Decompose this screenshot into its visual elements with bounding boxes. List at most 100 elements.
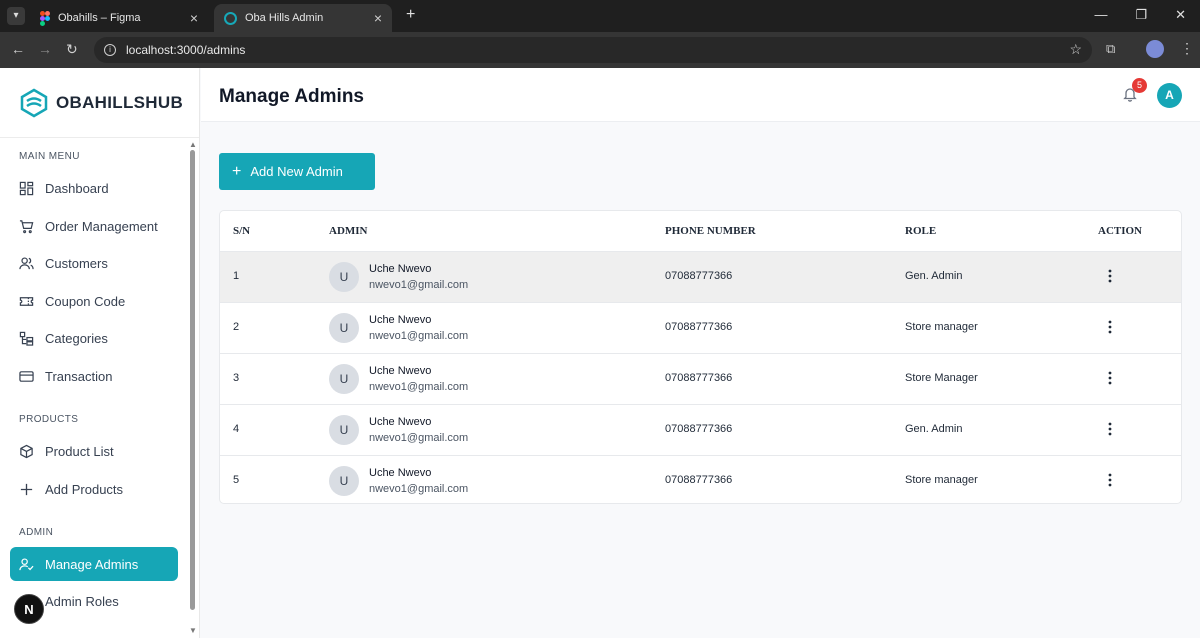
restore-icon[interactable]: ❐: [1135, 7, 1147, 23]
sidebar-scrollbar-thumb[interactable]: [190, 150, 195, 610]
window-controls: — ❐ ✕: [1094, 7, 1186, 23]
tab-title: Oba Hills Admin: [245, 12, 324, 24]
column-header-action: ACTION: [1098, 225, 1143, 237]
sidebar-item-label: Dashboard: [45, 180, 109, 196]
more-options-icon[interactable]: [1102, 319, 1118, 335]
sidebar-item-label: Admin Roles: [45, 593, 119, 609]
close-icon[interactable]: ×: [374, 10, 382, 26]
admin-phone: 07088777366: [665, 474, 733, 486]
sidebar-item-product-list[interactable]: Product List: [10, 434, 178, 468]
browser-tab-bar: ▾ Obahills – Figma × Oba Hills Admin × +…: [0, 0, 1200, 32]
column-header-role: ROLE: [905, 225, 937, 237]
sidebar-item-customers[interactable]: Customers: [10, 246, 178, 280]
row-sn: 5: [233, 474, 240, 486]
admin-role: Store Manager: [905, 372, 978, 384]
user-avatar[interactable]: A: [1157, 83, 1182, 108]
sidebar-item-categories[interactable]: Categories: [10, 321, 178, 355]
table-row[interactable]: 2 U Uche Nwevo nwevo1@gmail.com 07088777…: [220, 303, 1181, 354]
admin-email: nwevo1@gmail.com: [369, 279, 469, 291]
row-sn: 3: [233, 372, 240, 384]
address-bar[interactable]: i localhost:3000/admins ☆: [94, 37, 1092, 63]
admin-name: Uche Nwevo: [369, 467, 432, 479]
sidebar-item-coupon-code[interactable]: Coupon Code: [10, 284, 178, 318]
admin-name: Uche Nwevo: [369, 263, 432, 275]
user-check-icon: [19, 557, 34, 570]
info-icon[interactable]: i: [104, 44, 116, 56]
table-row[interactable]: 1 U Uche Nwevo nwevo1@gmail.com 07088777…: [220, 252, 1181, 303]
column-header-admin: ADMIN: [329, 225, 368, 237]
page-header: Manage Admins 5 A: [201, 68, 1200, 122]
admin-phone: 07088777366: [665, 372, 733, 384]
section-label-products: PRODUCTS: [19, 414, 79, 425]
browser-menu-icon[interactable]: ⋮: [1180, 40, 1194, 57]
row-sn: 1: [233, 270, 240, 282]
admin-phone: 07088777366: [665, 321, 733, 333]
plus-icon: +: [232, 162, 242, 180]
categories-icon: [19, 331, 34, 346]
admin-phone: 07088777366: [665, 423, 733, 435]
tab-title: Obahills – Figma: [58, 12, 141, 24]
brand-logo-icon: [20, 88, 48, 117]
sidebar-item-label: Order Management: [45, 218, 158, 234]
profile-avatar-icon[interactable]: [1146, 40, 1164, 58]
sidebar-item-label: Coupon Code: [45, 293, 126, 309]
browser-toolbar: ← → ↻ i localhost:3000/admins ☆ ⧉ ⋮: [0, 32, 1200, 68]
sidebar-item-order-management[interactable]: Order Management: [10, 209, 178, 243]
sidebar: OBAHILLSHUB MAIN MENU Dashboard Order Ma…: [0, 68, 200, 638]
admin-role: Gen. Admin: [905, 423, 963, 435]
ticket-icon: [19, 296, 34, 306]
admin-email: nwevo1@gmail.com: [369, 381, 469, 393]
admins-table: S/N ADMIN PHONE NUMBER ROLE ACTION 1 U U…: [219, 210, 1182, 504]
minimize-icon[interactable]: —: [1094, 7, 1107, 23]
bookmark-star-icon[interactable]: ☆: [1069, 41, 1082, 58]
row-sn: 2: [233, 321, 240, 333]
brand[interactable]: OBAHILLSHUB: [0, 68, 199, 138]
close-window-icon[interactable]: ✕: [1175, 7, 1186, 23]
admin-email: nwevo1@gmail.com: [369, 483, 469, 495]
scroll-down-arrow[interactable]: ▼: [189, 626, 197, 635]
reload-icon[interactable]: ↻: [66, 41, 78, 58]
sidebar-item-label: Transaction: [45, 368, 113, 384]
sidebar-item-label: Manage Admins: [45, 556, 139, 572]
admin-avatar: U: [329, 466, 359, 496]
admin-avatar: U: [329, 313, 359, 343]
browser-tab-admin[interactable]: Oba Hills Admin ×: [214, 4, 392, 32]
admin-phone: 07088777366: [665, 270, 733, 282]
more-options-icon[interactable]: [1102, 421, 1118, 437]
add-new-admin-button[interactable]: + Add New Admin: [219, 153, 375, 190]
tab-search-button[interactable]: ▾: [7, 7, 25, 25]
back-arrow-icon[interactable]: ←: [11, 41, 25, 57]
table-row[interactable]: 3 U Uche Nwevo nwevo1@gmail.com 07088777…: [220, 354, 1181, 405]
sidebar-item-add-products[interactable]: Add Products: [10, 472, 178, 506]
sidebar-item-label: Add Products: [45, 481, 124, 497]
figma-icon: [40, 11, 50, 26]
url-text: localhost:3000/admins: [126, 43, 246, 57]
admin-role: Gen. Admin: [905, 270, 963, 282]
browser-tab-figma[interactable]: Obahills – Figma ×: [30, 4, 208, 32]
site-favicon-icon: [224, 11, 237, 25]
extensions-icon[interactable]: ⧉: [1106, 41, 1115, 57]
close-icon[interactable]: ×: [190, 10, 198, 26]
notification-count-badge: 5: [1132, 78, 1147, 93]
scroll-up-arrow[interactable]: ▲: [189, 140, 197, 149]
users-icon: [19, 256, 34, 269]
forward-arrow-icon[interactable]: →: [38, 41, 52, 57]
more-options-icon[interactable]: [1102, 268, 1118, 284]
new-tab-button[interactable]: +: [406, 6, 415, 24]
sidebar-item-dashboard[interactable]: Dashboard: [10, 171, 178, 205]
dev-tools-badge[interactable]: N: [14, 594, 44, 624]
admin-avatar: U: [329, 364, 359, 394]
card-icon: [19, 370, 34, 382]
more-options-icon[interactable]: [1102, 472, 1118, 488]
table-row[interactable]: 4 U Uche Nwevo nwevo1@gmail.com 07088777…: [220, 405, 1181, 456]
more-options-icon[interactable]: [1102, 370, 1118, 386]
admin-name: Uche Nwevo: [369, 365, 432, 377]
admin-avatar: U: [329, 415, 359, 445]
sidebar-item-manage-admins[interactable]: Manage Admins: [10, 547, 178, 581]
column-header-sn: S/N: [233, 225, 251, 237]
sidebar-item-label: Categories: [45, 330, 108, 346]
sidebar-item-transaction[interactable]: Transaction: [10, 359, 178, 393]
brand-name: OBAHILLSHUB: [56, 92, 184, 112]
admin-role: Store manager: [905, 474, 978, 486]
table-row[interactable]: 5 U Uche Nwevo nwevo1@gmail.com 07088777…: [220, 456, 1181, 503]
